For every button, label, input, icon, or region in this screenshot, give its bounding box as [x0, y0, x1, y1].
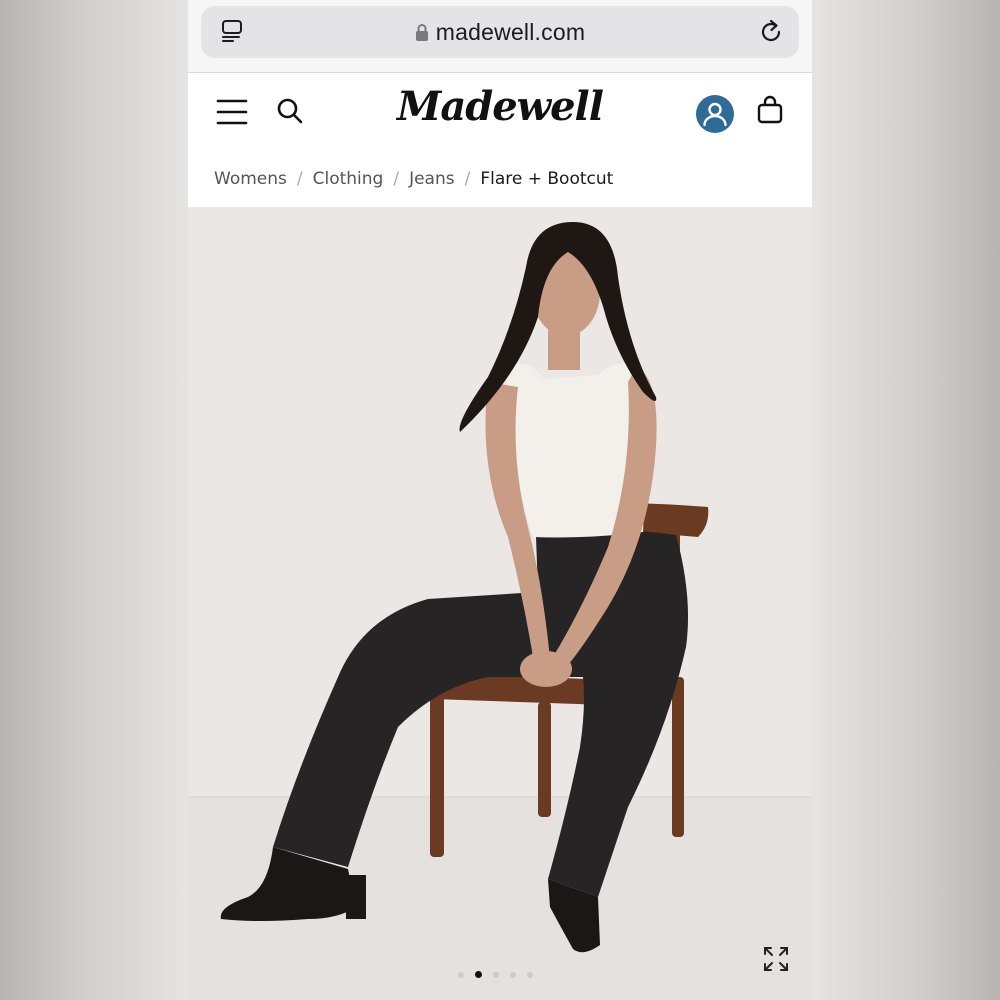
pagination-dot[interactable] — [458, 971, 464, 978]
browser-address-bar: madewell.com — [188, 0, 812, 72]
url-field[interactable]: madewell.com — [201, 6, 799, 58]
breadcrumb-item-jeans[interactable]: Jeans — [409, 169, 455, 189]
account-icon[interactable] — [696, 95, 734, 133]
breadcrumb-separator: / — [464, 169, 471, 189]
expand-icon[interactable] — [762, 945, 790, 973]
breadcrumb-item-current: Flare + Bootcut — [480, 169, 614, 189]
url-text[interactable]: madewell.com — [436, 19, 585, 46]
product-photo-illustration — [188, 207, 812, 1000]
pagination-dot-active[interactable] — [475, 971, 482, 978]
reload-icon[interactable] — [759, 18, 785, 46]
background-blur-left — [0, 0, 188, 1000]
image-pagination — [458, 971, 533, 978]
pagination-dot[interactable] — [493, 971, 499, 978]
background-blur-right — [812, 0, 1000, 1000]
pagination-dot[interactable] — [510, 971, 516, 978]
product-image[interactable] — [188, 207, 812, 1000]
breadcrumb-item-womens[interactable]: Womens — [214, 169, 287, 189]
site-header: Madewell — [188, 72, 812, 152]
bag-icon[interactable] — [757, 95, 783, 125]
lock-icon — [415, 23, 429, 41]
phone-screen: madewell.com Madewell Womens / Clothing … — [188, 0, 812, 1000]
breadcrumb: Womens / Clothing / Jeans / Flare + Boot… — [188, 151, 812, 207]
breadcrumb-separator: / — [296, 169, 303, 189]
pagination-dot[interactable] — [527, 971, 533, 978]
breadcrumb-item-clothing[interactable]: Clothing — [313, 169, 384, 189]
breadcrumb-separator: / — [393, 169, 400, 189]
